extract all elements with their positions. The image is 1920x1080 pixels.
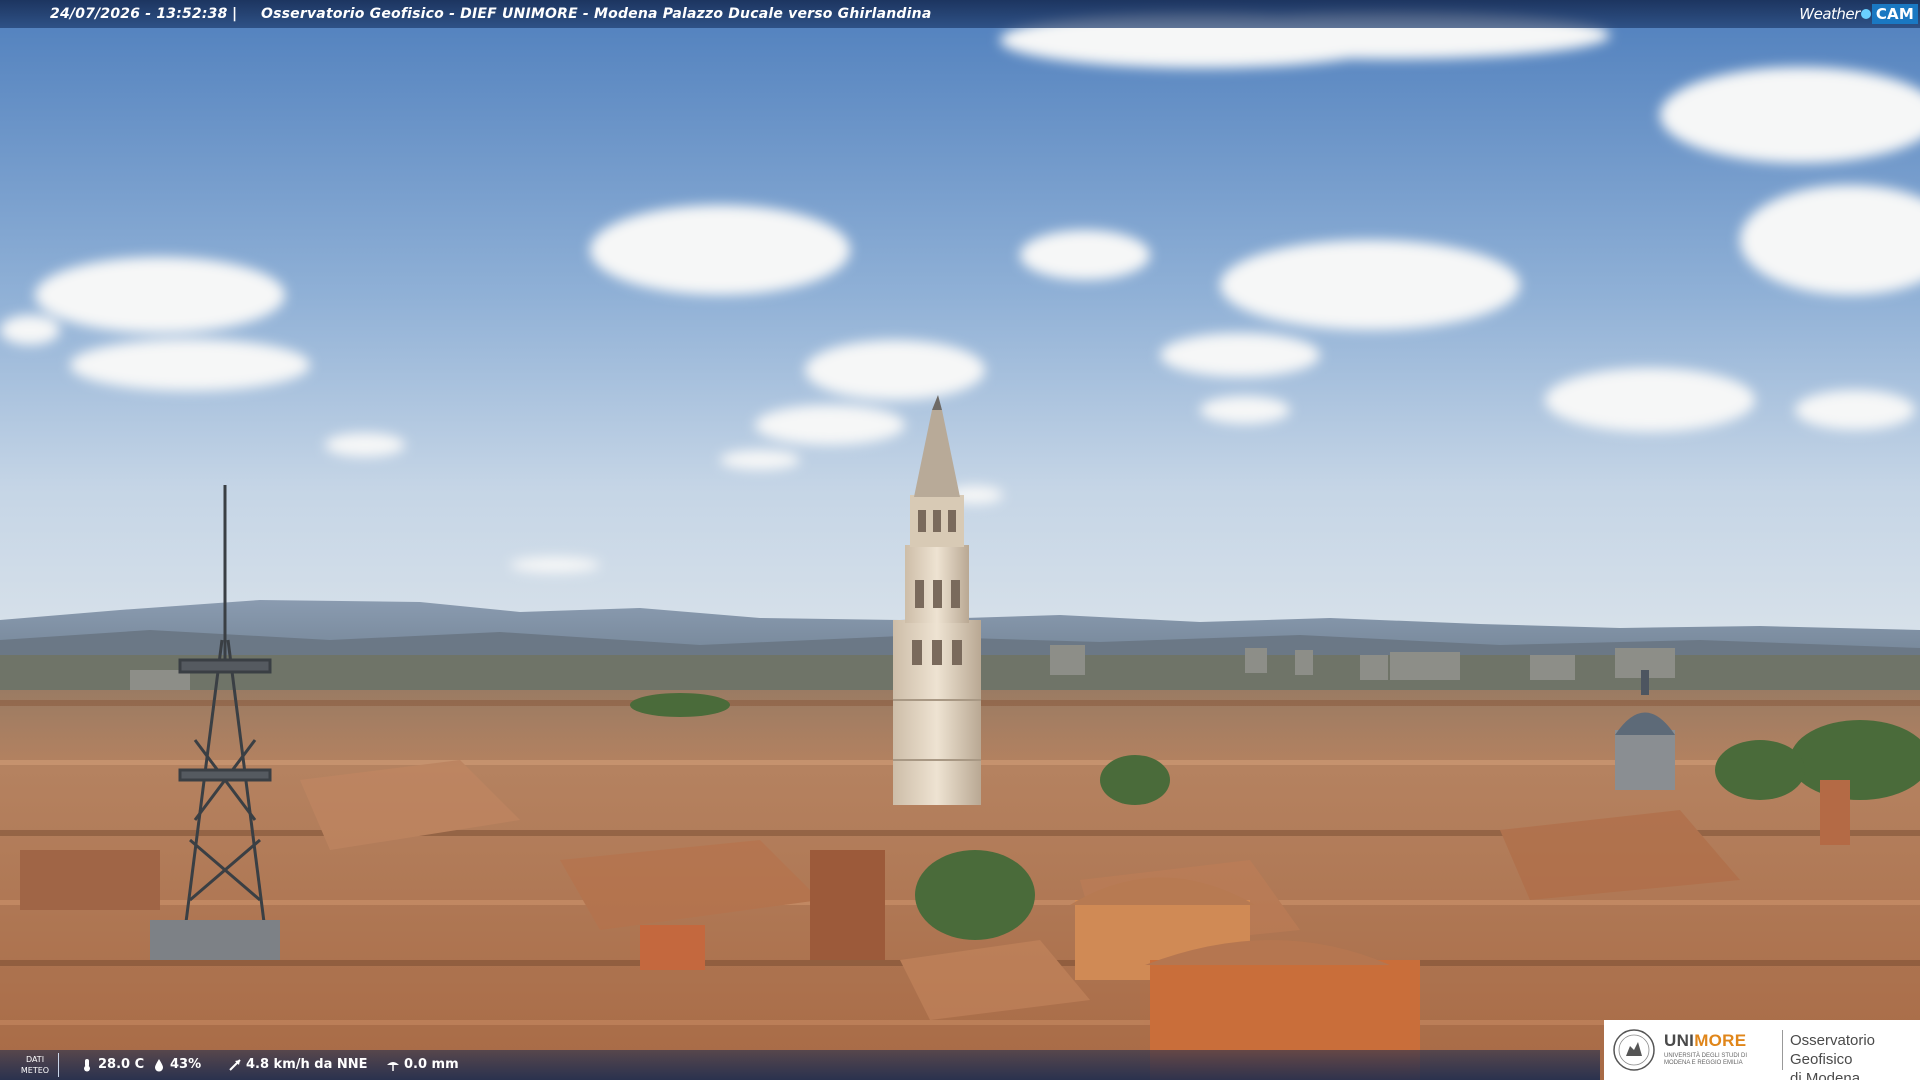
university-seal-icon bbox=[1613, 1029, 1655, 1071]
weathercam-logo-weather: Weather bbox=[1799, 5, 1860, 23]
humidity-reading: 43% bbox=[152, 1057, 201, 1072]
rain-value: 0.0 mm bbox=[404, 1057, 459, 1072]
thermometer-icon bbox=[84, 1058, 90, 1071]
weather-bar-divider bbox=[58, 1053, 59, 1077]
unimore-subtitle: UNIVERSITÀ DEGLI STUDI DI MODENA E REGGI… bbox=[1664, 1053, 1748, 1066]
rain-reading: 0.0 mm bbox=[386, 1057, 459, 1072]
temperature-reading: 28.0 C bbox=[80, 1057, 144, 1072]
wind-reading: 4.8 km/h da NNE bbox=[228, 1057, 368, 1072]
weather-bar-label-line1: DATI bbox=[25, 1055, 45, 1064]
humidity-value: 43% bbox=[170, 1057, 202, 1072]
city-panorama-image bbox=[0, 0, 1920, 1080]
humidity-icon bbox=[155, 1058, 163, 1071]
weather-data-bar: DATI METEO 28.0 C 43% 4.8 km/h da NNE 0.… bbox=[0, 1050, 1600, 1080]
weathercam-logo: Weather CAM bbox=[1799, 2, 1918, 26]
wind-value: 4.8 km/h da NNE bbox=[246, 1057, 368, 1072]
unimore-logo: UNIMORE UNIVERSITÀ DEGLI STUDI DI MODENA… bbox=[1604, 1020, 1920, 1080]
camera-location: Osservatorio Geofisico - DIEF UNIMORE - … bbox=[261, 6, 932, 22]
observatory-name-line1: Osservatorio Geofisico bbox=[1790, 1032, 1876, 1068]
unimore-wordmark-uni: UNI bbox=[1664, 1031, 1695, 1050]
header-separator: | bbox=[232, 6, 238, 22]
webcam-frame: 24/07/2026 - 13:52:38 | Osservatorio Geo… bbox=[0, 0, 1920, 1080]
rain-icon bbox=[387, 1061, 399, 1071]
observatory-name: Osservatorio Geofisico di Modena bbox=[1790, 1031, 1920, 1080]
weathercam-dot-icon bbox=[1860, 9, 1871, 19]
logo-divider bbox=[1782, 1030, 1783, 1070]
overlay-header: 24/07/2026 - 13:52:38 | Osservatorio Geo… bbox=[0, 0, 1920, 28]
unimore-wordmark: UNIMORE bbox=[1664, 1031, 1746, 1051]
weather-bar-label: DATI METEO bbox=[18, 1054, 52, 1076]
weathercam-logo-cam: CAM bbox=[1871, 4, 1918, 24]
observatory-name-line2: di Modena bbox=[1790, 1070, 1861, 1080]
temperature-value: 28.0 C bbox=[98, 1057, 145, 1072]
unimore-wordmark-more: MORE bbox=[1694, 1031, 1747, 1050]
timestamp: 24/07/2026 - 13:52:38 bbox=[50, 6, 228, 22]
wind-icon bbox=[229, 1058, 241, 1071]
weather-bar-label-line2: METEO bbox=[20, 1066, 50, 1075]
